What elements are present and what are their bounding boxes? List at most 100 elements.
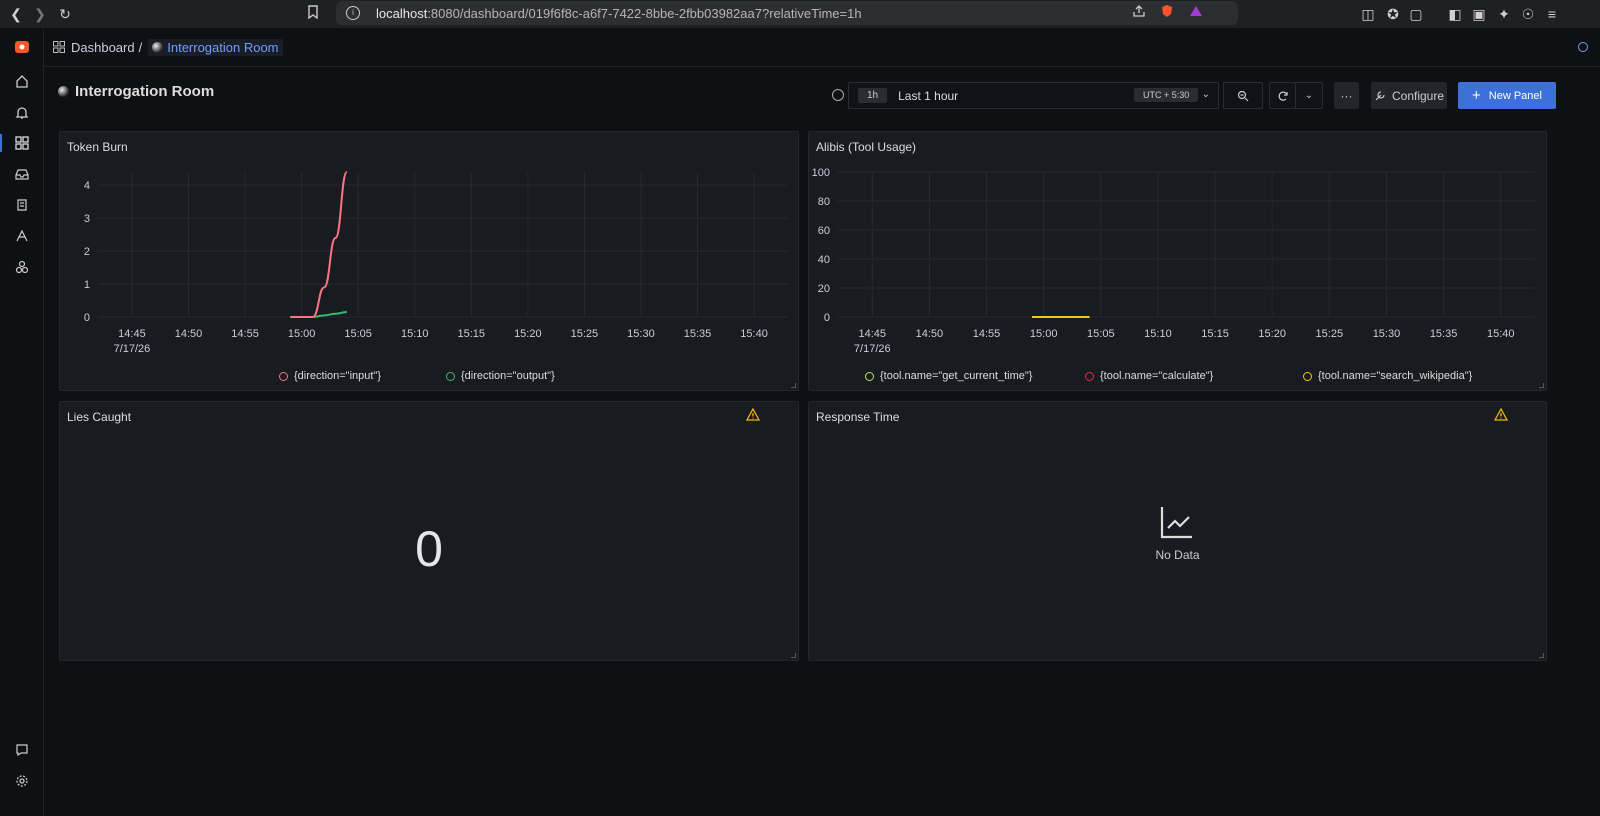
legend-dot	[446, 371, 455, 381]
legend-item-calculate[interactable]: {tool.name="calculate"}	[1085, 370, 1213, 382]
legend-label: {tool.name="search_wikipedia"}	[1318, 370, 1473, 382]
clock-icon	[832, 89, 844, 101]
legend-item-output[interactable]: {direction="output"}	[446, 370, 555, 382]
time-range-picker[interactable]: 1h Last 1 hour UTC + 5:30 ⌄	[848, 82, 1219, 109]
plus-icon: +	[1472, 86, 1481, 104]
panel-alibis[interactable]: Alibis (Tool Usage) 0 20 40 60 80 100 14:45 7/1…	[808, 131, 1547, 391]
time-range-label: Last 1 hour	[898, 88, 959, 103]
x-tick-label: 15:05	[344, 328, 372, 340]
grafana-logo-icon[interactable]	[13, 38, 31, 56]
chevron-down-icon[interactable]: ⌄	[1202, 89, 1210, 100]
warning-icon[interactable]	[746, 408, 760, 421]
url-text[interactable]: localhost:8080/dashboard/019f6f8c-a6f7-7…	[376, 6, 862, 21]
extensions-puzzle-icon[interactable]: ✪	[1384, 5, 1402, 23]
panel-response-time[interactable]: Response Time No Data	[808, 401, 1547, 661]
timezone-badge[interactable]: UTC + 5:30	[1134, 88, 1199, 102]
wallet-icon[interactable]: ▣	[1470, 5, 1488, 23]
scroll-icon[interactable]	[13, 196, 31, 214]
refresh-icon	[1278, 91, 1288, 101]
more-options-button[interactable]: ···	[1334, 82, 1359, 109]
resize-handle[interactable]	[1539, 653, 1544, 658]
browser-toolbar: ❮ ❯ ↻ i localhost:8080/dashboard/019f6f8…	[0, 0, 1600, 28]
inbox-icon[interactable]	[13, 165, 31, 183]
x-tick-label: 15:15	[1201, 328, 1229, 340]
eight-ball-icon	[152, 41, 164, 53]
x-tick-label: 15:30	[627, 328, 655, 340]
legend-item-get-current-time[interactable]: {tool.name="get_current_time"}	[865, 370, 1032, 382]
vpn-icon[interactable]: ☉	[1519, 5, 1537, 23]
bookmark-icon[interactable]	[304, 5, 322, 23]
x-tick-label: 15:25	[1316, 328, 1344, 340]
forward-icon[interactable]: ❯	[31, 5, 49, 23]
panel-token-burn[interactable]: Token Burn 0 1 2 3 4 14:45 7/17/26 14:50 14:55 15…	[59, 131, 799, 391]
extension-icon-2[interactable]: ▢	[1407, 5, 1425, 23]
warning-icon[interactable]	[1494, 408, 1508, 421]
home-icon[interactable]	[13, 72, 31, 90]
legend-dot	[865, 371, 874, 381]
breadcrumb-dashboard[interactable]: Dashboard	[71, 40, 135, 55]
brave-rewards-icon[interactable]	[1187, 4, 1205, 22]
y-tick-label: 0	[84, 312, 90, 324]
back-icon[interactable]: ❮	[7, 5, 25, 23]
x-tick-label: 15:30	[1373, 328, 1401, 340]
series-line-0[interactable]	[290, 171, 348, 318]
leo-ai-icon[interactable]: ✦	[1495, 5, 1513, 23]
configure-label: Configure	[1391, 88, 1445, 103]
resize-handle[interactable]	[791, 383, 796, 388]
x-tick-label: 14:50	[916, 328, 944, 340]
y-tick-label: 4	[84, 180, 90, 192]
extension-icon-1[interactable]: ◫	[1359, 5, 1377, 23]
site-info-icon[interactable]: i	[346, 6, 360, 20]
page-title: Interrogation Room	[75, 82, 215, 100]
x-tick-label: 15:00	[288, 328, 316, 340]
y-tick-label: 3	[84, 213, 90, 225]
x-tick-label: 15:25	[571, 328, 599, 340]
wrench-icon	[1375, 90, 1385, 100]
refresh-interval-dropdown[interactable]: ⌄	[1295, 82, 1323, 109]
x-tick-label: 15:10	[401, 328, 429, 340]
dashboards-icon[interactable]	[13, 134, 31, 152]
y-tick-label: 0	[824, 312, 830, 324]
breadcrumb-current-label: Interrogation Room	[167, 39, 279, 55]
reload-icon[interactable]: ↻	[56, 5, 74, 23]
legend-item-input[interactable]: {direction="input"}	[279, 370, 381, 382]
y-tick-label: 40	[818, 254, 830, 266]
resize-handle[interactable]	[791, 653, 796, 658]
x-tick-label: 15:05	[1087, 328, 1115, 340]
address-bar[interactable]: i localhost:8080/dashboard/019f6f8c-a6f7…	[336, 1, 1238, 25]
token-burn-chart[interactable]: 0 1 2 3 4 14:45 7/17/26 14:50 14:55 15:00 15:05 15:…	[60, 132, 800, 392]
breadcrumb-current[interactable]: Interrogation Room	[148, 38, 283, 56]
x-tick-label: 15:35	[1430, 328, 1458, 340]
x-tick-label: 15:20	[1258, 328, 1286, 340]
stat-value: 0	[415, 521, 443, 577]
y-tick-label: 2	[84, 246, 90, 258]
sidebar-toggle-icon[interactable]: ◧	[1446, 5, 1464, 23]
brave-shield-icon[interactable]	[1158, 4, 1176, 22]
zoom-out-button[interactable]	[1223, 82, 1263, 109]
menu-icon[interactable]: ≡	[1543, 5, 1561, 23]
new-panel-button[interactable]: + New Panel	[1458, 82, 1556, 109]
y-tick-label: 100	[812, 167, 830, 179]
line-chart-icon	[1160, 507, 1192, 539]
y-tick-label: 1	[84, 279, 90, 291]
refresh-button[interactable]	[1269, 82, 1296, 109]
x-tick-label: 14:50	[175, 328, 203, 340]
globe-icon[interactable]	[1578, 42, 1588, 52]
x-tick-label: 15:20	[514, 328, 542, 340]
feedback-chat-icon[interactable]	[13, 741, 31, 759]
share-icon[interactable]	[1130, 4, 1148, 22]
settings-gear-icon[interactable]	[13, 772, 31, 790]
explore-compass-icon[interactable]	[13, 227, 31, 245]
configure-button[interactable]: Configure	[1371, 82, 1447, 109]
alerts-bell-icon[interactable]	[13, 104, 31, 122]
legend-item-search-wikipedia[interactable]: {tool.name="search_wikipedia"}	[1303, 370, 1472, 382]
apps-cubes-icon[interactable]	[13, 258, 31, 276]
x-tick-label: 15:40	[740, 328, 768, 340]
new-panel-label: New Panel	[1488, 89, 1542, 102]
panel-lies-caught[interactable]: Lies Caught 0	[59, 401, 799, 661]
y-tick-label: 20	[818, 283, 830, 295]
resize-handle[interactable]	[1539, 383, 1544, 388]
top-bar: Dashboard / Interrogation Room	[44, 28, 1600, 67]
legend-dot	[279, 371, 288, 381]
alibis-chart[interactable]: 0 20 40 60 80 100 14:45 7/17/26 14:50 14:55 15:00 1…	[809, 132, 1548, 392]
